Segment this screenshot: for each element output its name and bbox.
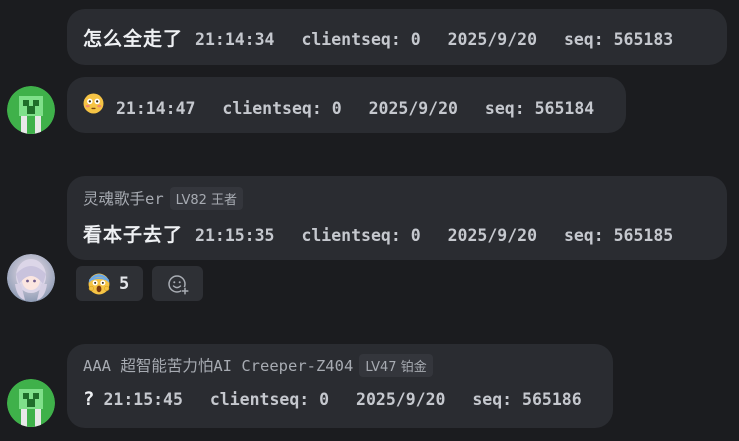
message-time: 21:14:47 <box>116 99 196 118</box>
message-text: 看本子去了 <box>83 224 184 246</box>
anime-avatar-icon <box>7 254 55 302</box>
message-line: 21:14:47 clientseq: 0 2025/9/20 seq: 565… <box>83 93 610 118</box>
message-line: ? 21:15:45 clientseq: 0 2025/9/20 seq: 5… <box>83 388 597 410</box>
message-time: 21:15:45 <box>103 390 183 409</box>
creeper-avatar-icon <box>7 379 55 427</box>
message-date: 2025/9/20 <box>447 226 537 245</box>
sender-line: 灵魂歌手er LV82 王者 <box>83 186 711 210</box>
message-clientseq: clientseq: 0 <box>301 226 421 245</box>
message-bubble[interactable]: 灵魂歌手er LV82 王者 看本子去了 21:15:35 clientseq:… <box>67 176 727 260</box>
level-badge: LV82 王者 <box>169 186 244 210</box>
level-badge: LV47 铂金 <box>359 353 433 377</box>
message-time: 21:14:34 <box>195 30 275 49</box>
creeper-avatar[interactable] <box>7 86 55 134</box>
message-seq: seq: 565183 <box>563 30 674 49</box>
message-meta: 21:14:34 clientseq: 0 2025/9/20 seq: 565… <box>195 30 673 49</box>
message-bubble[interactable]: 怎么全走了 21:14:34 clientseq: 0 2025/9/20 se… <box>67 9 727 65</box>
message-bubble[interactable]: 21:14:47 clientseq: 0 2025/9/20 seq: 565… <box>67 77 626 133</box>
message-meta: 21:14:47 clientseq: 0 2025/9/20 seq: 565… <box>116 99 594 118</box>
add-reaction-button[interactable] <box>152 266 203 301</box>
sender-line: AAA 超智能苦力怕AI Creeper-Z404 LV47 铂金 <box>83 353 597 377</box>
reaction-chip[interactable]: 5 <box>76 266 143 301</box>
message-clientseq: clientseq: 0 <box>209 390 330 409</box>
message-seq: seq: 565184 <box>484 99 595 118</box>
message-line: 看本子去了 21:15:35 clientseq: 0 2025/9/20 se… <box>83 220 711 247</box>
message-text: ? <box>83 388 96 410</box>
sender-name[interactable]: 灵魂歌手er <box>83 187 164 209</box>
message-bubble[interactable]: AAA 超智能苦力怕AI Creeper-Z404 LV47 铂金 ? 21:1… <box>67 344 613 428</box>
message-date: 2025/9/20 <box>447 30 537 49</box>
message-time: 21:15:35 <box>195 226 275 245</box>
message-clientseq: clientseq: 0 <box>222 99 342 118</box>
message-meta: 21:15:45 clientseq: 0 2025/9/20 seq: 565… <box>103 390 581 409</box>
creeper-avatar-icon <box>7 86 55 134</box>
chat-message-list: 怎么全走了 21:14:34 clientseq: 0 2025/9/20 se… <box>0 0 739 441</box>
message-seq: seq: 565185 <box>563 226 674 245</box>
sender-name[interactable]: AAA 超智能苦力怕AI Creeper-Z404 <box>83 354 353 376</box>
user-avatar[interactable] <box>7 254 55 302</box>
message-date: 2025/9/20 <box>356 390 446 409</box>
message-text: 怎么全走了 <box>83 28 184 50</box>
message-seq: seq: 565186 <box>472 390 582 409</box>
message-line: 怎么全走了 21:14:34 clientseq: 0 2025/9/20 se… <box>83 24 711 51</box>
add-emoji-icon <box>167 274 189 295</box>
flushed-face-icon <box>83 93 104 114</box>
message-meta: 21:15:35 clientseq: 0 2025/9/20 seq: 565… <box>195 226 673 245</box>
creeper-avatar[interactable] <box>7 379 55 427</box>
message-date: 2025/9/20 <box>368 99 458 118</box>
screaming-face-icon <box>88 273 110 294</box>
reaction-count: 5 <box>119 273 130 294</box>
message-clientseq: clientseq: 0 <box>301 30 421 49</box>
